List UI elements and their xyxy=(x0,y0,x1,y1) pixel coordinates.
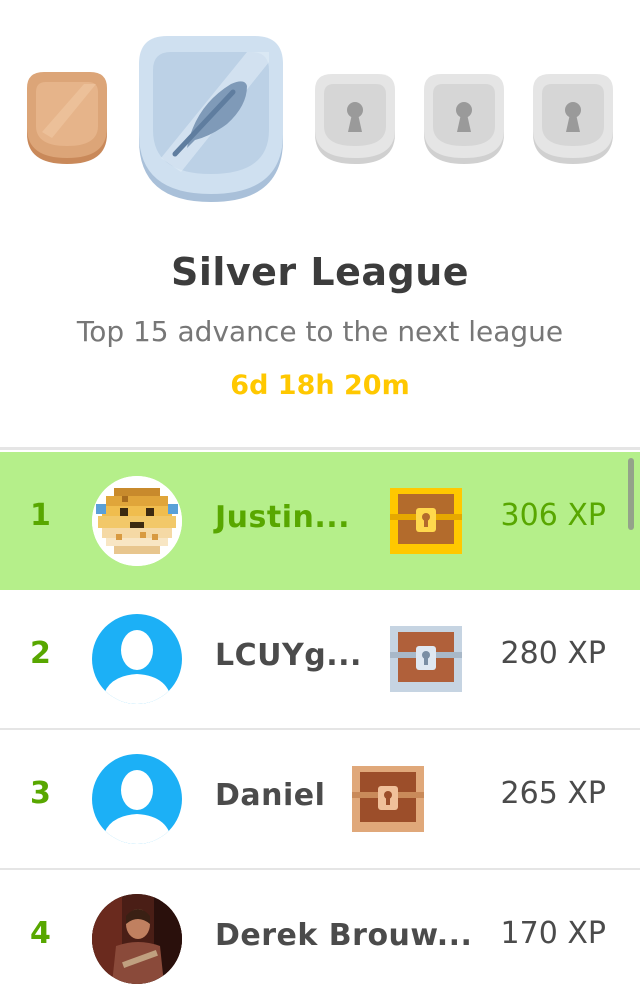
user-silhouette-icon xyxy=(102,770,172,844)
gold-chest-icon xyxy=(390,488,462,554)
avatar[interactable] xyxy=(92,754,182,844)
xp-value: 280 XP xyxy=(500,636,606,671)
xp-value: 170 XP xyxy=(500,916,606,951)
league-timer: 6d 18h 20m xyxy=(230,370,410,401)
bronze-chest-icon xyxy=(352,766,424,832)
username[interactable]: Justin... xyxy=(215,500,350,535)
silver-league-badge xyxy=(139,36,283,202)
leaderboard[interactable]: 1 Justin... 306 XP 2 LCUYg... 280 XP 3 D… xyxy=(0,452,640,1008)
avatar[interactable] xyxy=(92,614,182,704)
rank-number: 1 xyxy=(30,498,51,533)
leaderboard-row[interactable]: 1 Justin... 306 XP xyxy=(0,452,640,590)
username[interactable]: Daniel xyxy=(215,778,325,813)
avatar[interactable] xyxy=(92,476,182,566)
username[interactable]: LCUYg... xyxy=(215,638,362,673)
username[interactable]: Derek Brouw... xyxy=(215,918,472,953)
league-badges xyxy=(0,0,640,230)
xp-value: 306 XP xyxy=(500,498,606,533)
league-title: Silver League xyxy=(170,250,470,294)
user-silhouette-icon xyxy=(102,630,172,704)
league-subtitle: Top 15 advance to the next league xyxy=(76,315,564,348)
silver-chest-icon xyxy=(390,626,462,692)
leaderboard-row[interactable]: 2 LCUYg... 280 XP xyxy=(0,590,640,730)
rank-number: 2 xyxy=(30,636,51,671)
pufferfish-avatar-icon xyxy=(92,476,182,566)
scrollbar[interactable] xyxy=(628,458,634,530)
locked-league-badge xyxy=(315,74,395,164)
bronze-league-badge xyxy=(27,72,107,164)
xp-value: 265 XP xyxy=(500,776,606,811)
locked-league-badge xyxy=(424,74,504,164)
leaderboard-row[interactable]: 4 Derek Brouw... 170 XP xyxy=(0,870,640,1008)
avatar[interactable] xyxy=(92,894,182,984)
divider xyxy=(0,447,640,450)
leaderboard-row[interactable]: 3 Daniel 265 XP xyxy=(0,730,640,870)
rank-number: 3 xyxy=(30,776,51,811)
locked-league-badge xyxy=(533,74,613,164)
rank-number: 4 xyxy=(30,916,51,951)
user-photo-icon xyxy=(92,894,182,984)
